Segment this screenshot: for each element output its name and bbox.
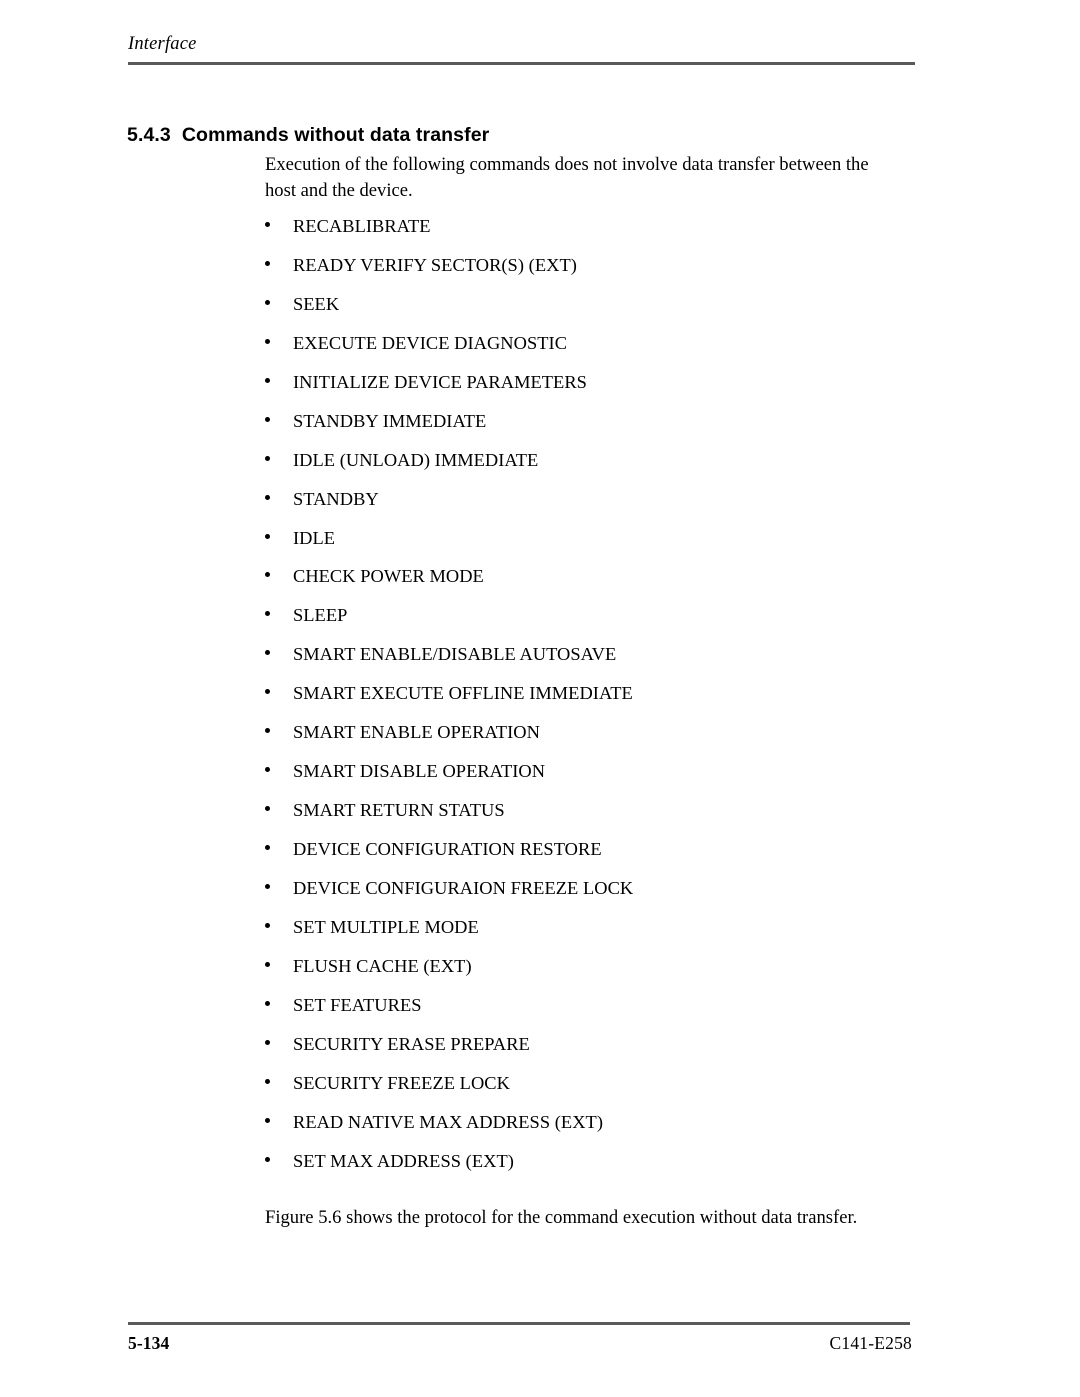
bullet-icon bbox=[265, 494, 270, 500]
list-item: SMART RETURN STATUS bbox=[265, 800, 925, 839]
command-label: SLEEP bbox=[293, 605, 348, 626]
command-label: READ NATIVE MAX ADDRESS (EXT) bbox=[293, 1111, 603, 1132]
list-item: EXECUTE DEVICE DIAGNOSTIC bbox=[265, 333, 925, 372]
intro-paragraph-line-2: host and the device. bbox=[265, 179, 413, 201]
command-label: SET MAX ADDRESS (EXT) bbox=[293, 1150, 514, 1171]
list-item: READY VERIFY SECTOR(S) (EXT) bbox=[265, 255, 925, 294]
bullet-icon bbox=[265, 883, 270, 889]
list-item: SMART ENABLE/DISABLE AUTOSAVE bbox=[265, 644, 925, 683]
command-label: READY VERIFY SECTOR(S) (EXT) bbox=[293, 254, 577, 275]
command-label: STANDBY IMMEDIATE bbox=[293, 410, 487, 431]
bullet-icon bbox=[265, 728, 270, 734]
running-header: Interface bbox=[128, 33, 915, 55]
command-label: STANDBY bbox=[293, 488, 379, 509]
list-item: SECURITY FREEZE LOCK bbox=[265, 1073, 925, 1112]
section-number: 5.4.3 bbox=[127, 124, 171, 147]
document-page: Interface 5.4.3 Commands without data tra… bbox=[0, 0, 1080, 1397]
list-item: SLEEP bbox=[265, 605, 925, 644]
command-label: SET FEATURES bbox=[293, 994, 422, 1015]
command-label: SMART ENABLE/DISABLE AUTOSAVE bbox=[293, 644, 617, 665]
command-label: EXECUTE DEVICE DIAGNOSTIC bbox=[293, 332, 568, 353]
list-item: FLUSH CACHE (EXT) bbox=[265, 956, 925, 995]
bullet-icon bbox=[265, 845, 270, 850]
command-label: SMART RETURN STATUS bbox=[293, 800, 505, 821]
command-label: SMART EXECUTE OFFLINE IMMEDIATE bbox=[293, 683, 633, 704]
list-item: SMART EXECUTE OFFLINE IMMEDIATE bbox=[265, 683, 925, 722]
command-label: SET MULTIPLE MODE bbox=[293, 916, 479, 937]
header-divider-rule bbox=[128, 62, 915, 65]
bullet-icon bbox=[265, 650, 270, 656]
bullet-icon bbox=[265, 455, 270, 461]
command-label: SMART DISABLE OPERATION bbox=[293, 761, 546, 782]
command-label: SECURITY FREEZE LOCK bbox=[293, 1072, 510, 1093]
bullet-icon bbox=[265, 572, 270, 578]
bullet-icon bbox=[265, 338, 270, 344]
command-label: FLUSH CACHE (EXT) bbox=[293, 955, 472, 976]
section-heading: 5.4.3 Commands without data transfer bbox=[127, 123, 489, 147]
bullet-icon bbox=[265, 377, 270, 383]
list-item: IDLE (UNLOAD) IMMEDIATE bbox=[265, 450, 925, 489]
list-item: SET FEATURES bbox=[265, 995, 925, 1034]
list-item: INITIALIZE DEVICE PARAMETERS bbox=[265, 372, 925, 411]
bullet-icon bbox=[265, 260, 270, 266]
list-item: DEVICE CONFIGURATION RESTORE bbox=[265, 839, 925, 878]
command-label: RECABLIBRATE bbox=[293, 216, 431, 236]
command-label: IDLE bbox=[293, 527, 336, 548]
bullet-icon bbox=[265, 611, 270, 617]
command-label: SEEK bbox=[293, 293, 340, 314]
command-list: RECABLIBRATE READY VERIFY SECTOR(S) (EXT… bbox=[265, 216, 925, 1189]
footer-divider-rule bbox=[128, 1322, 910, 1325]
page-footer: 5-134 C141-E258 bbox=[128, 1332, 912, 1354]
closing-paragraph: Figure 5.6 shows the protocol for the co… bbox=[265, 1206, 858, 1228]
bullet-icon bbox=[265, 689, 270, 695]
intro-paragraph: Execution of the following commands does… bbox=[265, 152, 915, 203]
section-title: Commands without data transfer bbox=[181, 124, 490, 147]
list-item: RECABLIBRATE bbox=[265, 216, 925, 255]
bullet-icon bbox=[265, 416, 270, 422]
bullet-icon bbox=[265, 533, 270, 539]
footer-document-code: C141-E258 bbox=[829, 1333, 912, 1353]
list-item: STANDBY bbox=[265, 489, 925, 528]
list-item: READ NATIVE MAX ADDRESS (EXT) bbox=[265, 1112, 925, 1151]
bullet-icon bbox=[265, 222, 270, 227]
list-item: SECURITY ERASE PREPARE bbox=[265, 1034, 925, 1073]
command-label: SMART ENABLE OPERATION bbox=[293, 722, 540, 743]
list-item: SMART ENABLE OPERATION bbox=[265, 722, 925, 761]
footer-page-number: 5-134 bbox=[128, 1333, 170, 1353]
list-item: STANDBY IMMEDIATE bbox=[265, 411, 925, 450]
bullet-icon bbox=[265, 961, 270, 967]
command-label: INITIALIZE DEVICE PARAMETERS bbox=[293, 371, 587, 392]
bullet-icon bbox=[265, 1039, 270, 1045]
list-item: SEEK bbox=[265, 294, 925, 333]
list-item: IDLE bbox=[265, 528, 925, 567]
intro-paragraph-block: Execution of the following commands does… bbox=[265, 152, 915, 203]
command-label: DEVICE CONFIGURAION FREEZE LOCK bbox=[293, 877, 634, 898]
list-item: CHECK POWER MODE bbox=[265, 566, 925, 605]
command-label: CHECK POWER MODE bbox=[293, 566, 484, 587]
intro-paragraph-line-1: Execution of the following commands does… bbox=[265, 154, 869, 175]
list-item: SET MULTIPLE MODE bbox=[265, 917, 925, 956]
bullet-icon bbox=[265, 1078, 270, 1084]
list-item: SET MAX ADDRESS (EXT) bbox=[265, 1151, 925, 1190]
bullet-icon bbox=[265, 806, 270, 812]
bullet-icon bbox=[265, 767, 270, 773]
list-item: SMART DISABLE OPERATION bbox=[265, 761, 925, 800]
list-item: DEVICE CONFIGURAION FREEZE LOCK bbox=[265, 878, 925, 917]
command-label: IDLE (UNLOAD) IMMEDIATE bbox=[293, 449, 539, 470]
bullet-icon bbox=[265, 1117, 270, 1123]
command-label: DEVICE CONFIGURATION RESTORE bbox=[293, 839, 602, 859]
running-header-title: Interface bbox=[128, 34, 197, 54]
bullet-icon bbox=[265, 922, 270, 928]
command-label: SECURITY ERASE PREPARE bbox=[293, 1033, 530, 1054]
bullet-icon bbox=[265, 1000, 270, 1006]
bullet-icon bbox=[265, 299, 270, 305]
bullet-icon bbox=[265, 1156, 270, 1162]
